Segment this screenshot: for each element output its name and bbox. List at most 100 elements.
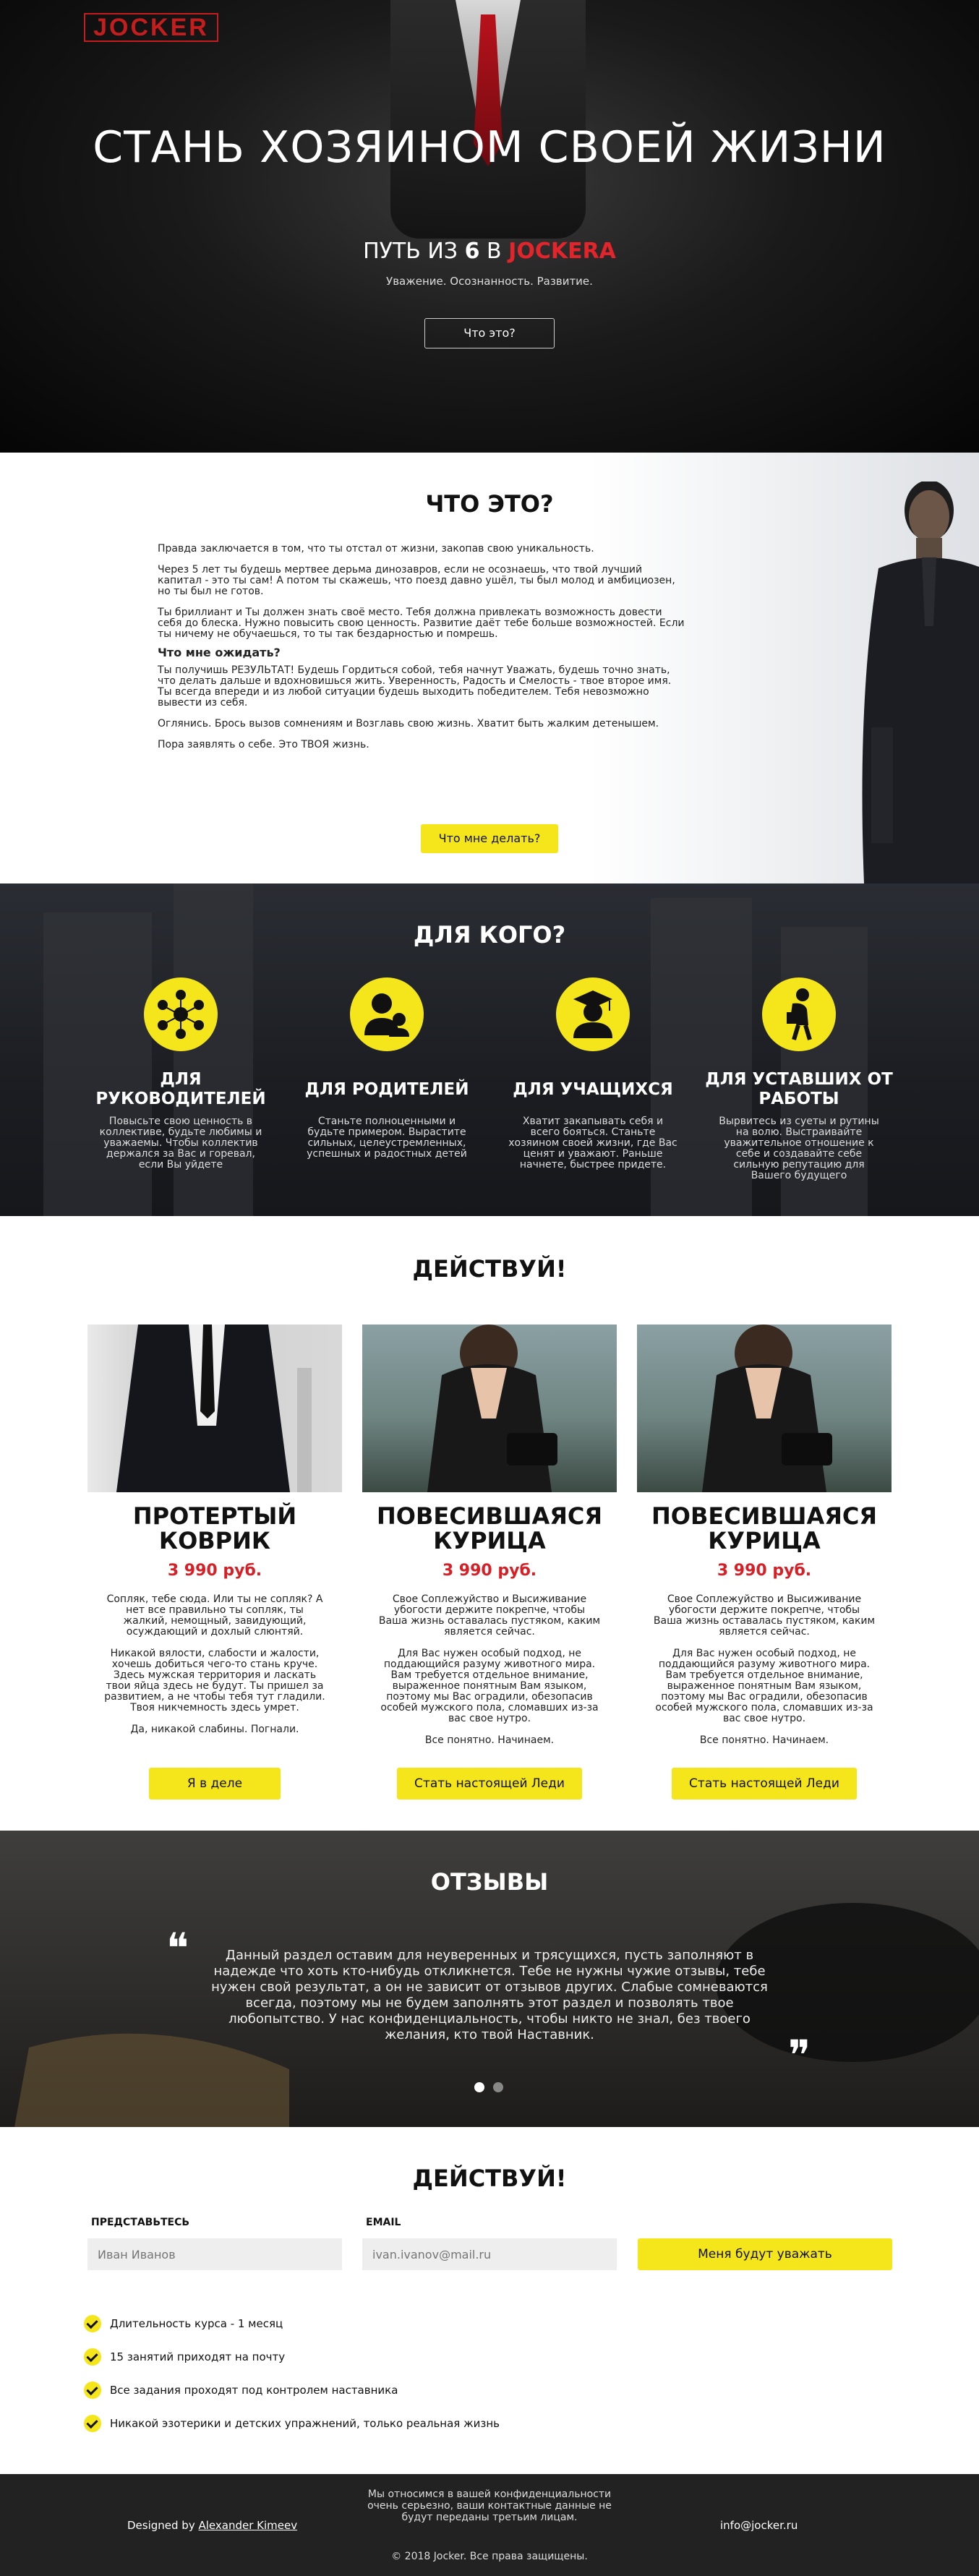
audience-card-title: ДЛЯ УСТАВШИХ ОТ РАБОТЫ (705, 1070, 893, 1108)
product-description: Сопляк, тебе сюда. Или ты не сопляк? А н… (87, 1594, 342, 1768)
products-title: ДЕЙСТВУЙ! (412, 1255, 567, 1283)
reviews-title: ОТЗЫВЫ (430, 1868, 549, 1896)
hero-title: СТАНЬ ХОЗЯИНОМ СВОЕЙ ЖИЗНИ (93, 122, 886, 173)
signup-section: ДЕЙСТВУЙ! ПРЕДСТАВЬТЕСЬ EMAIL Меня будут… (0, 2127, 979, 2474)
feature-text: Длительность курса - 1 месяц (110, 2317, 283, 2330)
graduate-icon (556, 977, 630, 1051)
product-price: 3 990 руб. (717, 1562, 812, 1580)
audience-card-text: Повысьте свою ценность в коллективе, буд… (99, 1116, 262, 1171)
hero-subtitle-pre: ПУТЬ ИЗ (363, 239, 458, 264)
close-quote-icon: ❞ (788, 2031, 811, 2080)
product-paragraph: Никакой вялости, слабости и жалости, хоч… (104, 1648, 325, 1713)
products-section: ДЕЙСТВУЙ! ПРОТЕРТЫЙ КОВРИК 3 990 руб. Со… (0, 1216, 979, 1831)
product-paragraph: Для Вас нужен особый подход, не поддающи… (380, 1648, 599, 1724)
product-card: ПОВЕСИВШАЯСЯ КУРИЦА 3 990 руб. Свое Сопл… (637, 1325, 892, 1800)
product-paragraph: Свое Соплежуйство и Высиживание убогости… (378, 1593, 601, 1638)
hero-subtitle: ПУТЬ ИЗ 6 В JOCKERA (0, 239, 979, 264)
check-icon (84, 2315, 101, 2332)
about-paragraph: Ты бриллиант и Ты должен знать своё мест… (158, 607, 685, 640)
open-quote-icon: ❝ (166, 1924, 189, 1973)
about-paragraph: Через 5 лет ты будешь мертвее дерьма дин… (158, 564, 675, 597)
site-logo[interactable]: JOCKER (84, 13, 218, 42)
network-people-icon (144, 977, 218, 1051)
audience-card-title: ДЛЯ РОДИТЕЛЕЙ (304, 1079, 469, 1099)
about-paragraph: Ты получишь РЕЗУЛЬТАТ! Будешь Гордиться … (158, 664, 672, 709)
feature-text: Все задания проходят под контролем наста… (110, 2384, 398, 2397)
audience-card: ДЛЯ РОДИТЕЛЕЙ Станьте полноценными и буд… (293, 977, 481, 1160)
about-title: ЧТО ЭТО? (425, 490, 554, 518)
feature-text: Никакой эзотерики и детских упражнений, … (110, 2417, 500, 2430)
audience-card: ДЛЯ УЧАЩИХСЯ Хватит закапывать себя и вс… (499, 977, 687, 1171)
product-paragraph: Да, никакой слабины. Погнали. (130, 1724, 299, 1735)
copyright: © 2018 Jocker. Все права защищены. (391, 2551, 588, 2562)
name-label: ПРЕДСТАВЬТЕСЬ (91, 2217, 190, 2228)
product-title: ПОВЕСИВШАЯСЯ КУРИЦА (377, 1502, 602, 1554)
email-label: EMAIL (366, 2217, 401, 2228)
designed-by-label: Designed by (127, 2519, 195, 2532)
review-text: Данный раздел оставим для неуверенных и … (211, 1948, 768, 2042)
about-paragraph: Пора заявлять о себе. Это ТВОЯ жизнь. (158, 739, 369, 750)
name-input[interactable] (87, 2238, 342, 2270)
product-buy-button[interactable]: Я в деле (149, 1768, 281, 1800)
audience-section: ДЛЯ КОГО? ДЛЯ РУКОВОДИТЕЛЕЙ Повысьте сво… (0, 883, 979, 1216)
product-title: ПРОТЕРТЫЙ КОВРИК (132, 1502, 297, 1554)
reviews-section: ОТЗЫВЫ ❝ Данный раздел оставим для неуве… (0, 1831, 979, 2127)
product-title: ПОВЕСИВШАЯСЯ КУРИЦА (651, 1502, 877, 1554)
about-paragraph: Правда заключается в том, что ты отстал … (158, 543, 594, 555)
audience-card: ДЛЯ УСТАВШИХ ОТ РАБОТЫ Вырвитесь из сует… (705, 977, 893, 1181)
hero-section: JOCKER СТАНЬ ХОЗЯИНОМ СВОЕЙ ЖИЗНИ ПУТЬ И… (0, 0, 979, 453)
parent-child-icon (350, 977, 424, 1051)
about-paragraph: Оглянись. Брось вызов сомнениям и Возгла… (158, 718, 659, 729)
product-paragraph: Все понятно. Начинаем. (699, 1734, 829, 1746)
product-description: Свое Соплежуйство и Высиживание убогости… (637, 1594, 892, 1768)
audience-card-text: Станьте полноценными и будьте примером. … (307, 1116, 467, 1160)
designer-link[interactable]: Alexander Kimeev (199, 2519, 298, 2532)
signup-title: ДЕЙСТВУЙ! (412, 2165, 567, 2192)
what-to-do-button[interactable]: Что мне делать? (421, 824, 558, 853)
check-icon (84, 2415, 101, 2432)
feature-item: Никакой эзотерики и детских упражнений, … (84, 2415, 500, 2432)
product-paragraph: Для Вас нужен особый подход, не поддающи… (655, 1648, 873, 1724)
product-description: Свое Соплежуйство и Высиживание убогости… (362, 1594, 617, 1768)
product-paragraph: Все понятно. Начинаем. (424, 1734, 555, 1746)
audience-title: ДЛЯ КОГО? (413, 921, 566, 949)
check-icon (84, 2348, 101, 2366)
feature-item: 15 занятий приходят на почту (84, 2348, 285, 2366)
man-in-suit-image (862, 482, 979, 883)
feature-text: 15 занятий приходят на почту (110, 2350, 286, 2363)
email-input[interactable] (362, 2238, 617, 2270)
footer: Designed by Alexander Kimeev Мы относимс… (0, 2474, 979, 2576)
contact-email-link[interactable]: info@jocker.ru (720, 2519, 798, 2532)
product-buy-button[interactable]: Стать настоящей Леди (397, 1768, 582, 1800)
about-section: ЧТО ЭТО? Правда заключается в том, что т… (0, 453, 979, 883)
about-subtitle: Что мне ожидать? (158, 646, 281, 659)
what-is-it-button[interactable]: Что это? (424, 318, 555, 348)
hero-subtitle-brand: JOCKERA (508, 239, 616, 264)
check-icon (84, 2382, 101, 2399)
product-image (637, 1325, 892, 1492)
hero-subtitle-mid: В (487, 239, 502, 264)
product-price: 3 990 руб. (442, 1562, 537, 1580)
audience-card-title: ДЛЯ УЧАЩИХСЯ (513, 1079, 673, 1099)
carousel-dot[interactable] (493, 2082, 503, 2092)
audience-card-text: Хватит закапывать себя и всего бояться. … (508, 1116, 677, 1171)
audience-card: ДЛЯ РУКОВОДИТЕЛЕЙ Повысьте свою ценность… (87, 977, 275, 1171)
product-paragraph: Сопляк, тебе сюда. Или ты не сопляк? А н… (106, 1593, 323, 1638)
product-buy-button[interactable]: Стать настоящей Леди (672, 1768, 857, 1800)
product-card: ПОВЕСИВШАЯСЯ КУРИЦА 3 990 руб. Свое Сопл… (362, 1325, 617, 1800)
carousel-dot-active[interactable] (474, 2082, 484, 2092)
product-image (362, 1325, 617, 1492)
audience-card-title: ДЛЯ РУКОВОДИТЕЛЕЙ (95, 1070, 266, 1108)
product-paragraph: Свое Соплежуйство и Высиживание убогости… (653, 1593, 876, 1638)
designed-by: Designed by Alexander Kimeev (127, 2519, 297, 2532)
feature-item: Все задания проходят под контролем наста… (84, 2382, 398, 2399)
hero-tagline: Уважение. Осознанность. Развитие. (386, 275, 593, 288)
hero-subtitle-number: 6 (464, 239, 480, 264)
about-text: Правда заключается в том, что ты отстал … (158, 544, 687, 761)
submit-button[interactable]: Меня будут уважать (638, 2238, 892, 2270)
privacy-note: Мы относимся в вашей конфиденциальности … (367, 2489, 612, 2523)
product-price: 3 990 руб. (167, 1562, 262, 1580)
tired-worker-icon (762, 977, 836, 1051)
audience-card-text: Вырвитесь из суеты и рутины на волю. Выс… (719, 1116, 879, 1181)
product-image (87, 1325, 342, 1492)
